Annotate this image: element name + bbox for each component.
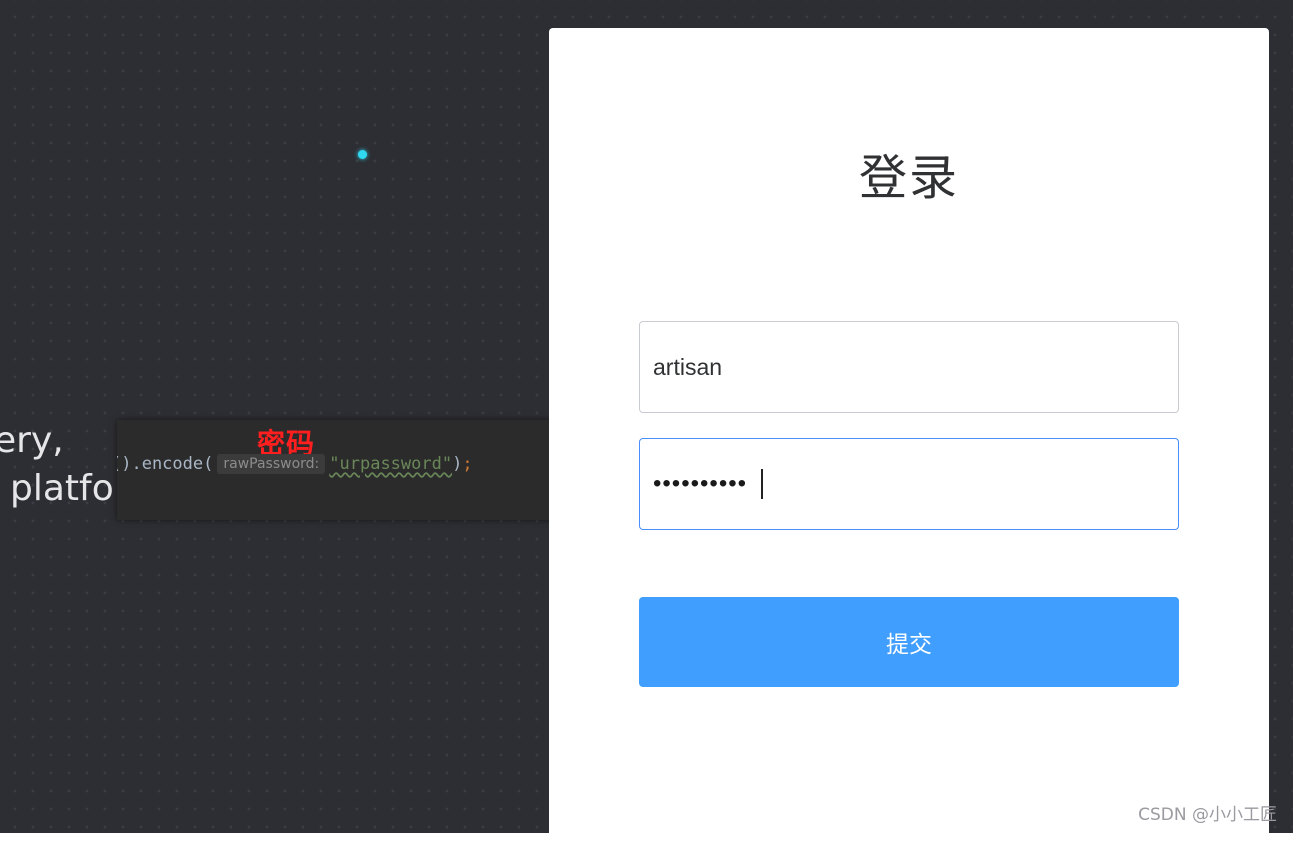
- code-suffix: ): [452, 454, 462, 474]
- username-input[interactable]: [640, 322, 1176, 412]
- background-text-line-1: ery,: [0, 420, 64, 461]
- code-snippet-overlay: 密码 ().encode(rawPassword:"urpassword");: [117, 420, 563, 520]
- code-semicolon: ;: [462, 454, 472, 474]
- login-title: 登录: [549, 138, 1269, 208]
- username-field[interactable]: [639, 321, 1179, 413]
- code-prefix: ().encode(: [117, 454, 213, 474]
- password-input[interactable]: [640, 439, 1176, 529]
- login-card: 登录 提交: [549, 28, 1269, 848]
- text-caret: [761, 469, 763, 499]
- code-string-value: "urpassword": [329, 454, 452, 474]
- watermark: CSDN @小小工匠: [1138, 800, 1277, 825]
- code-line: ().encode(rawPassword:"urpassword");: [117, 454, 473, 474]
- password-field[interactable]: [639, 438, 1179, 530]
- parameter-hint: rawPassword:: [217, 454, 325, 474]
- accent-dot: [358, 150, 367, 159]
- background-text-line-2: platfor: [10, 468, 129, 509]
- submit-button[interactable]: 提交: [639, 597, 1179, 687]
